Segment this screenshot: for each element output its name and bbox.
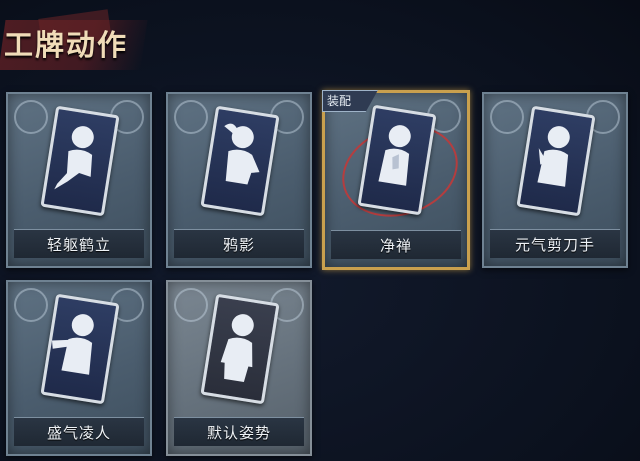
- pose-card-4[interactable]: 元气剪刀手: [482, 92, 628, 268]
- silhouette-icon: [51, 314, 94, 375]
- pose-thumbnail: [200, 105, 280, 217]
- corner-ornament: [174, 288, 208, 322]
- pose-label: 盛气凌人: [46, 424, 111, 442]
- pose-thumbnail: [516, 105, 596, 217]
- pose-card-1[interactable]: 轻躯鹤立: [6, 92, 152, 268]
- pose-card-2[interactable]: 鸦影: [166, 92, 312, 268]
- pose-thumbnail: [40, 105, 120, 217]
- pose-card-3[interactable]: 装配 净禅: [322, 90, 470, 270]
- pose-label: 鸦影: [222, 236, 255, 254]
- pose-thumbnail: [200, 293, 280, 405]
- page-title: 工牌动作: [4, 28, 129, 62]
- pose-label: 元气剪刀手: [514, 236, 595, 254]
- pose-thumbnail: [40, 293, 120, 405]
- page-header: 工牌动作: [0, 9, 150, 74]
- label-bar: 盛气凌人: [14, 417, 144, 446]
- silhouette-icon: [54, 126, 94, 190]
- silhouette-icon: [224, 123, 260, 185]
- pose-label: 默认姿势: [206, 424, 271, 442]
- label-bar: 净禅: [331, 230, 461, 259]
- corner-ornament: [14, 100, 48, 134]
- silhouette-icon: [537, 126, 570, 187]
- pose-card-6[interactable]: 默认姿势: [166, 280, 312, 456]
- label-bar: 元气剪刀手: [490, 229, 620, 258]
- corner-ornament: [490, 100, 524, 134]
- corner-ornament: [174, 100, 208, 134]
- pose-label: 轻躯鹤立: [46, 236, 111, 254]
- silhouette-icon: [378, 125, 411, 186]
- label-bar: 鸦影: [174, 229, 304, 258]
- label-bar: 默认姿势: [174, 417, 304, 446]
- pose-label: 净禅: [379, 237, 412, 255]
- equipped-tag: 装配: [322, 90, 378, 112]
- silhouette-icon: [220, 314, 254, 383]
- label-bar: 轻躯鹤立: [14, 229, 144, 258]
- corner-ornament: [14, 288, 48, 322]
- pose-card-5[interactable]: 盛气凌人: [6, 280, 152, 456]
